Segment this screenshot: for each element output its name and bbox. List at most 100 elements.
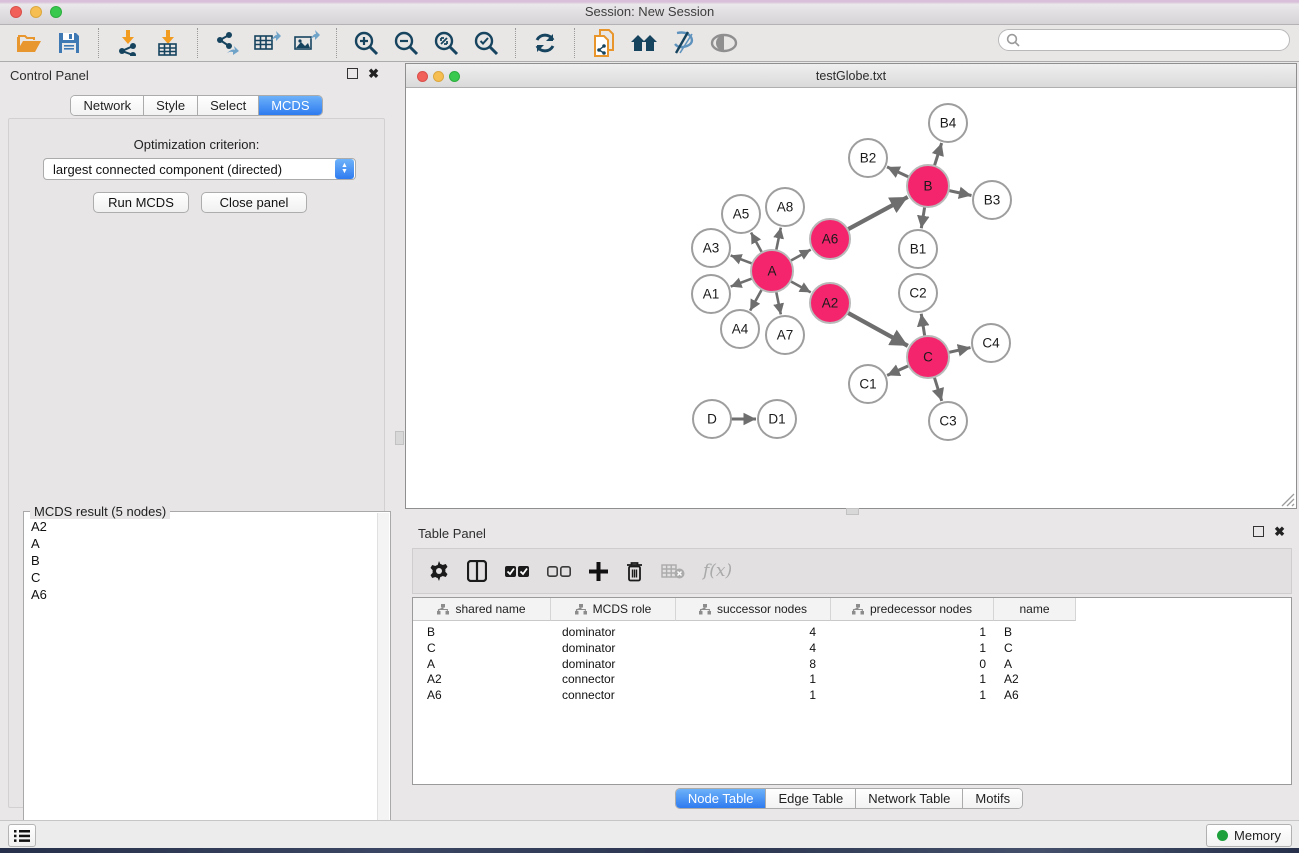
graph-node-B1[interactable]: B1	[899, 230, 937, 268]
search-field[interactable]	[998, 29, 1290, 51]
graph-node-A3[interactable]: A3	[692, 229, 730, 267]
table-cell[interactable]: B	[413, 624, 551, 640]
deselect-checks-icon[interactable]	[547, 565, 571, 578]
close-panel-button[interactable]: Close panel	[201, 192, 307, 213]
table-cell[interactable]: dominator	[551, 640, 676, 656]
gear-icon[interactable]	[429, 561, 449, 581]
window-resize-grip[interactable]	[1279, 491, 1295, 507]
result-item[interactable]: B	[25, 552, 377, 569]
tab-node-table[interactable]: Node Table	[676, 789, 767, 808]
column-header-shared-name[interactable]: shared name	[413, 598, 551, 621]
table-cell[interactable]: A	[994, 656, 1076, 672]
table-cell[interactable]: dominator	[551, 624, 676, 640]
graph-node-C4[interactable]: C4	[972, 324, 1010, 362]
table-cell[interactable]: 4	[676, 640, 831, 656]
tab-edge-table[interactable]: Edge Table	[766, 789, 856, 808]
vertical-split-handle[interactable]	[395, 431, 404, 445]
table-cell[interactable]: 1	[831, 671, 994, 687]
criterion-dropdown[interactable]: largest connected component (directed) ▲…	[43, 158, 356, 180]
zoom-fit-icon[interactable]	[431, 29, 461, 57]
open-file-icon[interactable]	[14, 29, 44, 57]
zoom-out-icon[interactable]	[391, 29, 421, 57]
refresh-icon[interactable]	[530, 29, 560, 57]
columns-icon[interactable]	[467, 560, 487, 582]
tab-select[interactable]: Select	[198, 96, 259, 115]
table-cell[interactable]: 1	[831, 624, 994, 640]
table-cell[interactable]: 4	[676, 624, 831, 640]
select-all-checks-icon[interactable]	[505, 565, 529, 578]
table-cell[interactable]: C	[994, 640, 1076, 656]
table-cell[interactable]: 1	[831, 640, 994, 656]
table-cell[interactable]: A2	[413, 671, 551, 687]
zoom-selected-icon[interactable]	[471, 29, 501, 57]
memory-button[interactable]: Memory	[1206, 824, 1292, 847]
delete-column-icon[interactable]	[626, 561, 643, 582]
graph-node-A[interactable]: A	[751, 250, 793, 292]
table-cell[interactable]: C	[413, 640, 551, 656]
tab-motifs[interactable]: Motifs	[963, 789, 1022, 808]
graph-node-A2[interactable]: A2	[810, 283, 850, 323]
table-cell[interactable]: 1	[676, 687, 831, 703]
show-eye-icon[interactable]	[709, 29, 739, 57]
graph-node-C3[interactable]: C3	[929, 402, 967, 440]
search-input[interactable]	[1020, 33, 1270, 47]
graph-node-A5[interactable]: A5	[722, 195, 760, 233]
column-header-MCDS-role[interactable]: MCDS role	[551, 598, 676, 621]
result-item[interactable]: A6	[25, 586, 377, 603]
graph-node-B3[interactable]: B3	[973, 181, 1011, 219]
column-header-successor-nodes[interactable]: successor nodes	[676, 598, 831, 621]
node-table[interactable]: shared nameMCDS rolesuccessor nodesprede…	[412, 597, 1292, 785]
table-cell[interactable]: dominator	[551, 656, 676, 672]
tab-mcds[interactable]: MCDS	[259, 96, 321, 115]
close-panel-icon[interactable]: ✖	[368, 68, 379, 79]
export-image-icon[interactable]	[292, 29, 322, 57]
result-item[interactable]: A2	[25, 518, 377, 535]
table-cell[interactable]: 0	[831, 656, 994, 672]
graph-node-D1[interactable]: D1	[758, 400, 796, 438]
horizontal-split-handle[interactable]	[846, 508, 859, 515]
tab-network-table[interactable]: Network Table	[856, 789, 963, 808]
column-header-name[interactable]: name	[994, 598, 1076, 621]
table-cell[interactable]: 8	[676, 656, 831, 672]
import-table-icon[interactable]	[153, 29, 183, 57]
export-network-icon[interactable]	[212, 29, 242, 57]
hide-details-icon[interactable]	[669, 29, 699, 57]
export-table-icon[interactable]	[252, 29, 282, 57]
table-cell[interactable]: A2	[994, 671, 1076, 687]
result-item[interactable]: C	[25, 569, 377, 586]
result-item[interactable]: A	[25, 535, 377, 552]
import-network-icon[interactable]	[113, 29, 143, 57]
float-panel-icon[interactable]	[347, 68, 358, 79]
result-scrollbar[interactable]	[377, 513, 389, 853]
add-column-icon[interactable]	[589, 562, 608, 581]
table-cell[interactable]: B	[994, 624, 1076, 640]
graph-node-A4[interactable]: A4	[721, 310, 759, 348]
run-mcds-button[interactable]: Run MCDS	[93, 192, 189, 213]
graph-node-B[interactable]: B	[907, 165, 949, 207]
table-cell[interactable]: connector	[551, 687, 676, 703]
graph-node-A1[interactable]: A1	[692, 275, 730, 313]
graph-node-A7[interactable]: A7	[766, 316, 804, 354]
graph-node-C2[interactable]: C2	[899, 274, 937, 312]
graph-node-D[interactable]: D	[693, 400, 731, 438]
zoom-in-icon[interactable]	[351, 29, 381, 57]
table-cell[interactable]: 1	[831, 687, 994, 703]
column-header-predecessor-nodes[interactable]: predecessor nodes	[831, 598, 994, 621]
tab-network[interactable]: Network	[71, 96, 144, 115]
table-cell[interactable]: connector	[551, 671, 676, 687]
table-cell[interactable]: A	[413, 656, 551, 672]
copy-network-icon[interactable]	[589, 29, 619, 57]
float-table-panel-icon[interactable]	[1253, 526, 1264, 537]
tab-style[interactable]: Style	[144, 96, 198, 115]
graph-node-B2[interactable]: B2	[849, 139, 887, 177]
graph-node-C1[interactable]: C1	[849, 365, 887, 403]
table-cell[interactable]: 1	[676, 671, 831, 687]
graph-node-B4[interactable]: B4	[929, 104, 967, 142]
graph-node-C[interactable]: C	[907, 336, 949, 378]
task-history-button[interactable]	[8, 824, 36, 847]
mcds-result-list[interactable]: A2ABCA6	[25, 518, 377, 853]
graph-node-A6[interactable]: A6	[810, 219, 850, 259]
table-cell[interactable]: A6	[994, 687, 1076, 703]
table-cell[interactable]: A6	[413, 687, 551, 703]
home-icon[interactable]	[629, 29, 659, 57]
